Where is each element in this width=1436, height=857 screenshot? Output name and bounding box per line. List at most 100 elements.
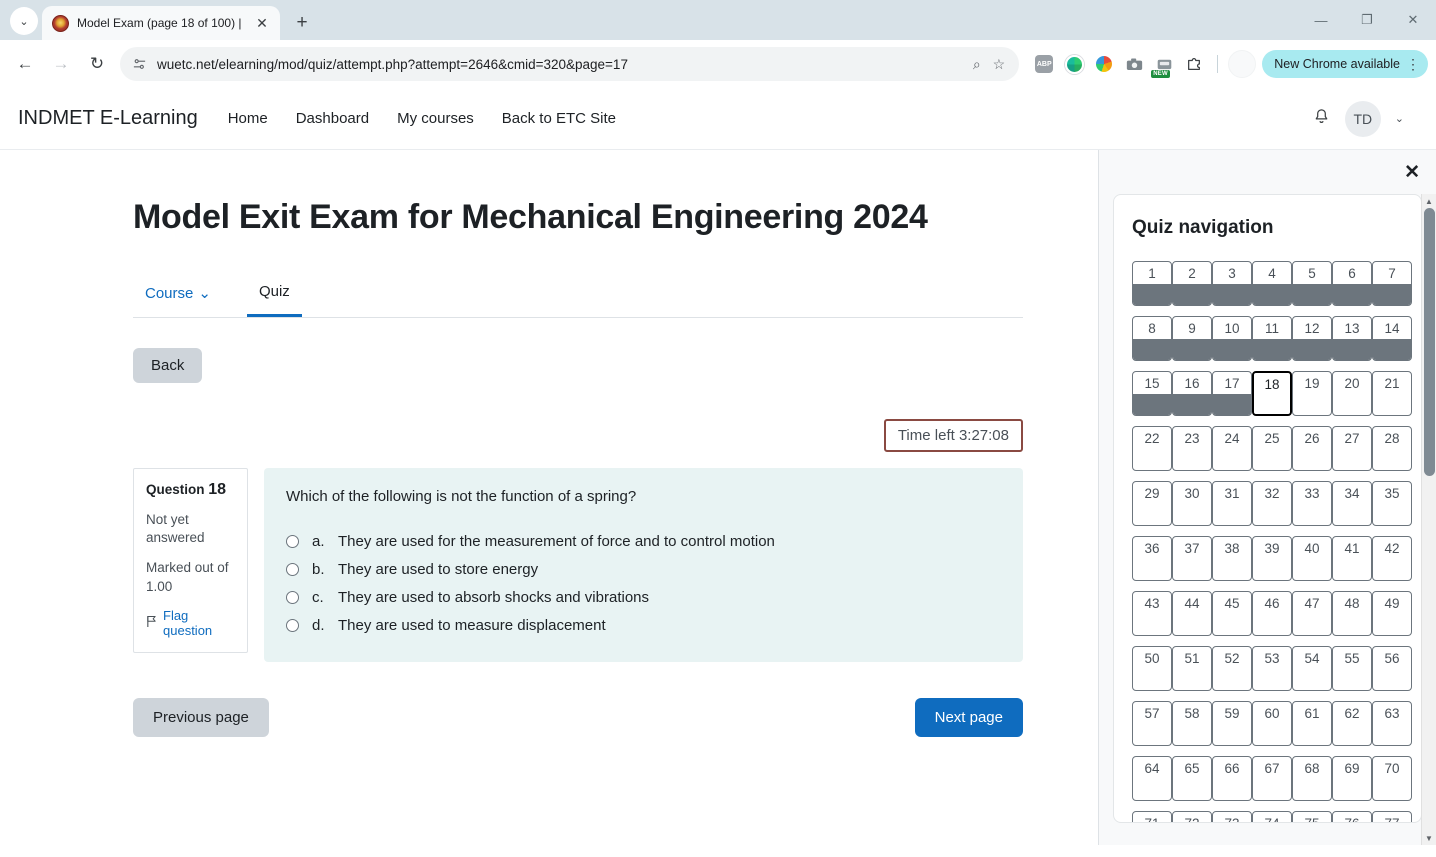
quiz-nav-question-62[interactable]: 62: [1332, 701, 1372, 746]
quiz-nav-question-68[interactable]: 68: [1292, 756, 1332, 801]
quiz-nav-question-39[interactable]: 39: [1252, 536, 1292, 581]
camera-icon[interactable]: [1123, 53, 1145, 75]
quiz-nav-question-26[interactable]: 26: [1292, 426, 1332, 471]
quiz-nav-question-37[interactable]: 37: [1172, 536, 1212, 581]
quiz-nav-question-60[interactable]: 60: [1252, 701, 1292, 746]
quiz-nav-question-16[interactable]: 16: [1172, 371, 1212, 416]
adblock-plus-icon[interactable]: ABP: [1033, 53, 1055, 75]
quiz-nav-question-28[interactable]: 28: [1372, 426, 1412, 471]
quiz-nav-question-42[interactable]: 42: [1372, 536, 1412, 581]
radio-c[interactable]: [286, 591, 299, 604]
quiz-nav-question-66[interactable]: 66: [1212, 756, 1252, 801]
quiz-nav-question-5[interactable]: 5: [1292, 261, 1332, 306]
quiz-nav-question-38[interactable]: 38: [1212, 536, 1252, 581]
browser-menu-icon[interactable]: ⋮: [1406, 57, 1420, 71]
quiz-nav-question-22[interactable]: 22: [1132, 426, 1172, 471]
tab-quiz[interactable]: Quiz: [246, 273, 302, 317]
quiz-nav-question-32[interactable]: 32: [1252, 481, 1292, 526]
quiz-nav-question-54[interactable]: 54: [1292, 646, 1332, 691]
quiz-nav-question-31[interactable]: 31: [1212, 481, 1252, 526]
quiz-nav-question-20[interactable]: 20: [1332, 371, 1372, 416]
quiz-nav-question-75[interactable]: 75: [1292, 811, 1332, 822]
quiz-nav-question-3[interactable]: 3: [1212, 261, 1252, 306]
quiz-nav-question-65[interactable]: 65: [1172, 756, 1212, 801]
new-tab-button[interactable]: +: [288, 8, 316, 36]
answer-option-b[interactable]: b. They are used to store energy: [286, 561, 1001, 578]
minimize-icon[interactable]: —: [1298, 0, 1344, 40]
quiz-nav-question-69[interactable]: 69: [1332, 756, 1372, 801]
previous-page-button[interactable]: Previous page: [133, 698, 269, 737]
scroll-down-icon[interactable]: ▼: [1422, 831, 1436, 845]
quiz-nav-question-49[interactable]: 49: [1372, 591, 1412, 636]
quiz-nav-question-63[interactable]: 63: [1372, 701, 1412, 746]
quiz-nav-question-36[interactable]: 36: [1132, 536, 1172, 581]
quiz-nav-question-64[interactable]: 64: [1132, 756, 1172, 801]
answer-option-d[interactable]: d. They are used to measure displacement: [286, 617, 1001, 634]
quiz-nav-question-17[interactable]: 17: [1212, 371, 1252, 416]
back-icon[interactable]: ←: [8, 47, 42, 81]
quiz-nav-question-40[interactable]: 40: [1292, 536, 1332, 581]
drawer-scrollbar[interactable]: ▲ ▼: [1421, 194, 1436, 845]
quiz-nav-question-44[interactable]: 44: [1172, 591, 1212, 636]
quiz-nav-question-11[interactable]: 11: [1252, 316, 1292, 361]
quiz-nav-question-41[interactable]: 41: [1332, 536, 1372, 581]
quiz-nav-question-30[interactable]: 30: [1172, 481, 1212, 526]
close-icon[interactable]: ✕: [252, 13, 272, 33]
quiz-nav-question-70[interactable]: 70: [1372, 756, 1412, 801]
quiz-nav-question-25[interactable]: 25: [1252, 426, 1292, 471]
quiz-nav-question-24[interactable]: 24: [1212, 426, 1252, 471]
answer-option-c[interactable]: c. They are used to absorb shocks and vi…: [286, 589, 1001, 606]
radio-d[interactable]: [286, 619, 299, 632]
scroll-up-icon[interactable]: ▲: [1422, 194, 1436, 208]
quiz-nav-question-50[interactable]: 50: [1132, 646, 1172, 691]
tab-search-button[interactable]: ⌄: [10, 7, 38, 35]
forward-icon[interactable]: →: [44, 47, 78, 81]
bookmark-star-icon[interactable]: ☆: [993, 56, 1006, 73]
quiz-nav-question-12[interactable]: 12: [1292, 316, 1332, 361]
quiz-nav-question-34[interactable]: 34: [1332, 481, 1372, 526]
address-bar[interactable]: wuetc.net/elearning/mod/quiz/attempt.php…: [120, 47, 1020, 81]
quiz-nav-question-72[interactable]: 72: [1172, 811, 1212, 822]
quiz-nav-question-55[interactable]: 55: [1332, 646, 1372, 691]
quiz-nav-question-56[interactable]: 56: [1372, 646, 1412, 691]
quiz-nav-question-10[interactable]: 10: [1212, 316, 1252, 361]
quiz-nav-question-27[interactable]: 27: [1332, 426, 1372, 471]
quiz-nav-question-21[interactable]: 21: [1372, 371, 1412, 416]
quiz-nav-question-76[interactable]: 76: [1332, 811, 1372, 822]
close-drawer-icon[interactable]: ✕: [1404, 163, 1420, 182]
quiz-nav-question-71[interactable]: 71: [1132, 811, 1172, 822]
new-feature-icon[interactable]: NEW: [1151, 53, 1175, 78]
nav-item-my-courses[interactable]: My courses: [397, 110, 474, 127]
maximize-icon[interactable]: ❐: [1344, 0, 1390, 40]
back-button[interactable]: Back: [133, 348, 203, 383]
quiz-nav-question-7[interactable]: 7: [1372, 261, 1412, 306]
next-page-button[interactable]: Next page: [914, 698, 1023, 737]
quiz-nav-question-33[interactable]: 33: [1292, 481, 1332, 526]
chevron-down-icon[interactable]: ⌄: [1395, 112, 1404, 125]
quiz-nav-question-43[interactable]: 43: [1132, 591, 1172, 636]
quiz-nav-question-29[interactable]: 29: [1132, 481, 1172, 526]
quiz-nav-question-9[interactable]: 9: [1172, 316, 1212, 361]
quiz-nav-question-45[interactable]: 45: [1212, 591, 1252, 636]
quiz-nav-question-73[interactable]: 73: [1212, 811, 1252, 822]
browser-tab[interactable]: Model Exam (page 18 of 100) | ✕: [42, 6, 280, 40]
answer-option-a[interactable]: a. They are used for the measurement of …: [286, 533, 1001, 550]
quiz-nav-question-23[interactable]: 23: [1172, 426, 1212, 471]
site-info-icon[interactable]: [132, 57, 147, 72]
reload-icon[interactable]: ↻: [80, 47, 114, 81]
quiz-nav-question-57[interactable]: 57: [1132, 701, 1172, 746]
quiz-nav-question-61[interactable]: 61: [1292, 701, 1332, 746]
quiz-nav-question-52[interactable]: 52: [1212, 646, 1252, 691]
quiz-nav-question-35[interactable]: 35: [1372, 481, 1412, 526]
quiz-nav-question-74[interactable]: 74: [1252, 811, 1292, 822]
quiz-nav-question-67[interactable]: 67: [1252, 756, 1292, 801]
quiz-nav-question-15[interactable]: 15: [1132, 371, 1172, 416]
quiz-nav-question-18[interactable]: 18: [1252, 371, 1292, 416]
quiz-nav-question-51[interactable]: 51: [1172, 646, 1212, 691]
profile-avatar-button[interactable]: [1228, 50, 1257, 78]
quiz-nav-question-6[interactable]: 6: [1332, 261, 1372, 306]
radio-b[interactable]: [286, 563, 299, 576]
quiz-nav-question-47[interactable]: 47: [1292, 591, 1332, 636]
chrome-update-pill[interactable]: New Chrome available ⋮: [1262, 50, 1428, 78]
quiz-nav-question-1[interactable]: 1: [1132, 261, 1172, 306]
